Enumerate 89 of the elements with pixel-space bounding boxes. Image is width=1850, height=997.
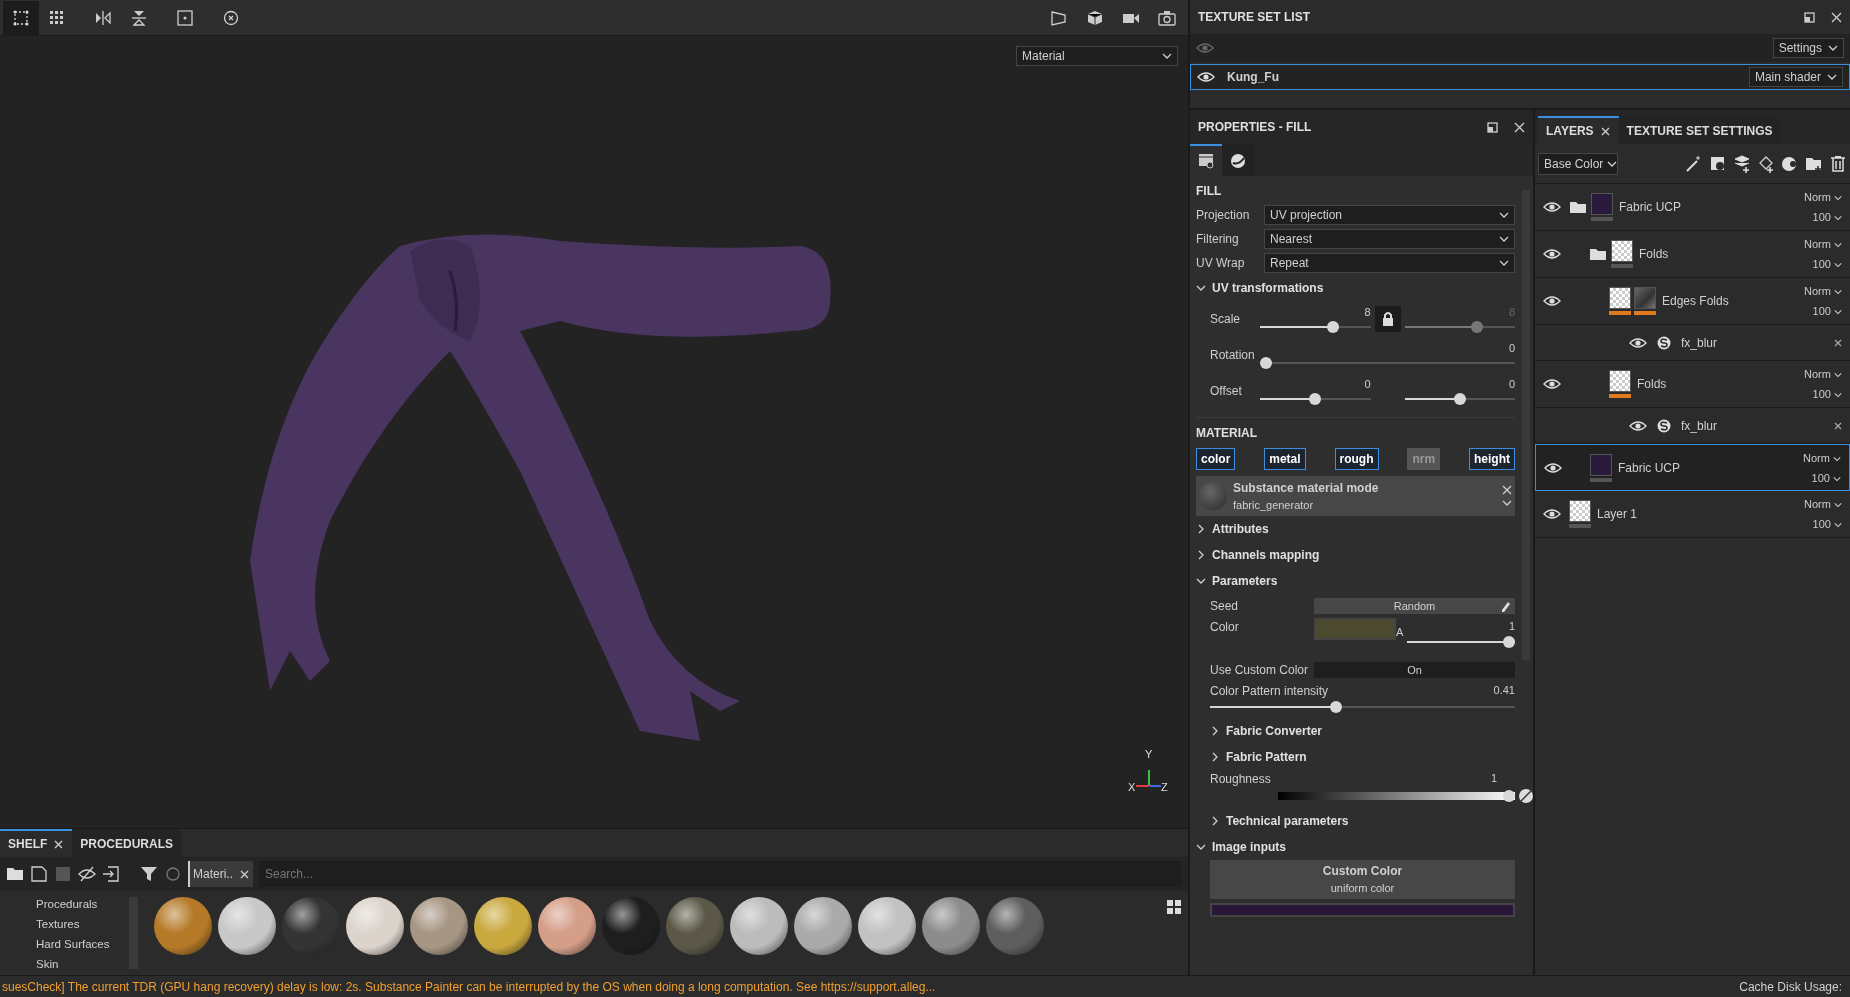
layers-tab[interactable]: LAYERS xyxy=(1538,116,1619,144)
blend-dropdown[interactable]: Norm xyxy=(1796,187,1842,207)
cache-usage-label: Cache Disk Usage: xyxy=(1739,978,1843,996)
image-input-header[interactable]: Custom Color uniform color xyxy=(1210,860,1515,899)
substance-value: fabric_generator xyxy=(1233,497,1315,513)
field-label: Rotation xyxy=(1210,347,1256,364)
layer-name: Fabric UCP xyxy=(1619,199,1682,216)
opacity-dropdown[interactable]: 100 xyxy=(1796,384,1842,404)
status-message: suesCheck] The current TDR (GPU hang recovery) delay is low: 2s. Substance Painter can be interrupted by the OS when doing a long computation. See https://support.alleg... xyxy=(2,978,937,996)
effect-row[interactable]: fx_blur xyxy=(1535,325,1850,361)
filter-chip[interactable]: Materi.. xyxy=(188,861,253,887)
blend-dropdown[interactable]: Norm xyxy=(1796,281,1842,301)
settings-dropdown[interactable]: Settings xyxy=(1772,38,1844,58)
shelf-tab[interactable]: PROCEDURALS xyxy=(72,829,181,857)
layer-row[interactable]: Fabric UCP Norm 100 xyxy=(1535,444,1850,491)
axis-label: Y xyxy=(1145,747,1153,762)
layer-row[interactable]: Folds Norm 100 xyxy=(1535,361,1850,408)
layer-name: Fabric UCP xyxy=(1618,459,1681,477)
section-header[interactable]: Attributes xyxy=(1196,516,1515,542)
field-label: Color Pattern intensity xyxy=(1210,683,1329,700)
category-item[interactable]: Procedurals xyxy=(36,894,125,914)
layer-name: Layer 1 xyxy=(1597,506,1639,523)
category-item[interactable]: Skin xyxy=(36,954,125,974)
mode-dropdown[interactable]: Material xyxy=(1016,46,1178,66)
slider-value: 8 xyxy=(1363,304,1371,320)
layer-row[interactable]: Folds Norm 100 xyxy=(1535,231,1850,278)
section-heading: FILL xyxy=(1196,183,1223,200)
field-label: Filtering xyxy=(1196,231,1240,248)
layer-row[interactable]: Edges Folds Norm 100 xyxy=(1535,278,1850,325)
slider-value: 1 xyxy=(1490,771,1497,786)
effect-name: fx_blur xyxy=(1681,417,1719,435)
toggle-button[interactable]: On xyxy=(1314,661,1515,679)
section-header[interactable]: Channels mapping xyxy=(1196,542,1515,568)
slider-value: 0 xyxy=(1363,376,1371,392)
axis-label: X xyxy=(1128,780,1136,795)
panel-title: TEXTURE SET LIST xyxy=(1198,9,1311,26)
slider-value: 0 xyxy=(1507,376,1515,392)
opacity-dropdown[interactable]: 100 xyxy=(1796,254,1842,274)
slider-value: 0 xyxy=(1507,340,1515,356)
blend-dropdown[interactable]: Norm xyxy=(1795,447,1841,468)
channel-dropdown[interactable]: Base Color xyxy=(1538,152,1618,175)
layer-row[interactable]: Layer 1 Norm 100 xyxy=(1535,491,1850,538)
field-label: Projection xyxy=(1196,207,1251,224)
dropdown[interactable]: UV projection xyxy=(1264,205,1515,225)
category-item[interactable]: Textures xyxy=(36,914,125,934)
opacity-dropdown[interactable]: 100 xyxy=(1796,514,1842,534)
panel-title: PROPERTIES - FILL xyxy=(1198,119,1313,136)
shader-dropdown[interactable]: Main shader xyxy=(1748,67,1843,87)
section-header[interactable]: Image inputs xyxy=(1196,834,1515,860)
field-label: Roughness xyxy=(1210,771,1271,788)
opacity-dropdown[interactable]: 100 xyxy=(1795,467,1841,488)
effect-name: fx_blur xyxy=(1681,334,1719,352)
axis-label: Z xyxy=(1161,780,1168,795)
category-item[interactable]: Hard Surfaces xyxy=(36,934,125,954)
dropdown[interactable]: Nearest xyxy=(1264,229,1515,249)
slider-value: 0.41 xyxy=(1493,683,1515,698)
field-label: UV Wrap xyxy=(1196,255,1246,272)
slider-value: 1 xyxy=(1507,619,1515,634)
layer-name: Edges Folds xyxy=(1662,293,1730,310)
layer-row[interactable]: Fabric UCP Norm 100 xyxy=(1535,184,1850,231)
field-label: Offset xyxy=(1210,383,1243,400)
section-header[interactable]: Technical parameters xyxy=(1210,808,1515,834)
substance-title: Substance material mode xyxy=(1233,479,1380,497)
opacity-dropdown[interactable]: 100 xyxy=(1796,207,1842,227)
channel-toggle[interactable]: height xyxy=(1469,448,1515,470)
section-header[interactable]: UV transformations xyxy=(1196,275,1515,301)
search-field[interactable]: Search... xyxy=(259,861,1182,887)
layer-name: Folds xyxy=(1639,246,1670,263)
section-header[interactable]: Fabric Pattern xyxy=(1210,744,1515,770)
section-header[interactable]: Parameters xyxy=(1196,568,1515,594)
field-label: Color xyxy=(1210,619,1240,636)
layer-name: Folds xyxy=(1637,376,1668,393)
alpha-label: A xyxy=(1396,625,1404,640)
seed-button[interactable]: Random xyxy=(1314,597,1515,615)
dropdown[interactable]: Repeat xyxy=(1264,253,1515,273)
opacity-dropdown[interactable]: 100 xyxy=(1796,301,1842,321)
section-header[interactable]: Fabric Converter xyxy=(1210,718,1515,744)
texture-set-row[interactable]: Kung_Fu Main shader xyxy=(1190,64,1850,90)
channel-toggle[interactable]: color xyxy=(1196,448,1236,470)
field-label: Scale xyxy=(1210,311,1242,328)
channel-toggle[interactable]: rough xyxy=(1334,448,1379,470)
blend-dropdown[interactable]: Norm xyxy=(1796,364,1842,384)
channel-toggle[interactable]: metal xyxy=(1264,448,1306,470)
blend-dropdown[interactable]: Norm xyxy=(1796,494,1842,514)
field-label: Use Custom Color xyxy=(1210,662,1310,679)
texture-set-name: Kung_Fu xyxy=(1227,69,1280,86)
section-heading: MATERIAL xyxy=(1196,425,1259,442)
blend-dropdown[interactable]: Norm xyxy=(1796,234,1842,254)
field-label: Seed xyxy=(1210,598,1240,615)
